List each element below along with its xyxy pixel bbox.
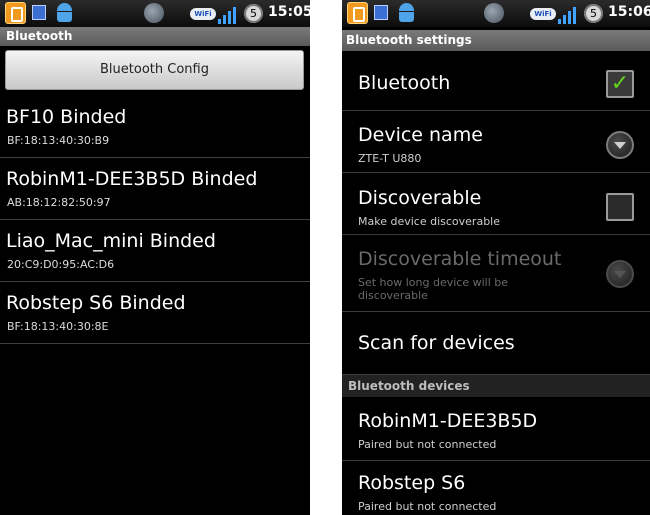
android-icon bbox=[396, 2, 418, 24]
pref-summary: Set how long device will be discoverable bbox=[358, 276, 509, 302]
device-name: RobinM1-DEE3B5D Binded bbox=[6, 168, 258, 190]
signal-icon bbox=[558, 4, 580, 24]
bluetooth-config-button[interactable]: Bluetooth Config bbox=[5, 50, 304, 90]
right-screen: WiFi 5 15:06 Bluetooth settings Bluetoot… bbox=[342, 0, 650, 515]
paired-device-row[interactable]: RobinM1-DEE3B5D Paired but not connected bbox=[342, 397, 650, 461]
chevron-down-icon bbox=[606, 260, 634, 288]
usb-icon bbox=[32, 5, 46, 20]
discoverable-row[interactable]: Discoverable Make device discoverable bbox=[342, 173, 650, 235]
status-bar: WiFi 5 15:05 bbox=[0, 0, 310, 27]
bluetooth-checkbox[interactable]: ✓ bbox=[606, 70, 634, 98]
usb-icon bbox=[374, 5, 388, 20]
bluetooth-toggle-row[interactable]: Bluetooth ✓ bbox=[342, 51, 650, 111]
device-address: BF:18:13:40:30:B9 bbox=[7, 134, 110, 147]
status-bar: WiFi 5 15:06 bbox=[342, 0, 650, 27]
page-title: Bluetooth settings bbox=[342, 30, 650, 51]
device-status: Paired but not connected bbox=[358, 500, 497, 513]
paired-device-row[interactable]: Robstep S6 Paired but not connected bbox=[342, 461, 650, 515]
app-icon bbox=[5, 2, 26, 24]
discoverable-timeout-row: Discoverable timeout Set how long device… bbox=[342, 235, 650, 312]
device-name: RobinM1-DEE3B5D bbox=[358, 410, 538, 432]
device-address: AB:18:12:82:50:97 bbox=[7, 196, 111, 209]
device-address: BF:18:13:40:30:8E bbox=[7, 320, 109, 333]
status-time: 15:06 bbox=[608, 4, 650, 20]
wifi-icon: WiFi bbox=[530, 8, 556, 20]
device-address: 20:C9:D0:95:AC:D6 bbox=[7, 258, 115, 271]
device-row[interactable]: Robstep S6 Binded BF:18:13:40:30:8E bbox=[0, 282, 310, 344]
device-status: Paired but not connected bbox=[358, 438, 497, 451]
pref-title: Bluetooth bbox=[358, 72, 451, 94]
pref-title: Scan for devices bbox=[358, 332, 515, 354]
pref-summary: ZTE-T U880 bbox=[358, 152, 422, 165]
scan-for-devices-row[interactable]: Scan for devices bbox=[342, 312, 650, 375]
device-name: Liao_Mac_mini Binded bbox=[6, 230, 216, 252]
notification-badge: 5 bbox=[244, 4, 263, 23]
device-name: Robstep S6 Binded bbox=[6, 292, 186, 314]
bluetooth-icon bbox=[144, 3, 164, 23]
pref-title: Discoverable timeout bbox=[358, 248, 562, 270]
signal-icon bbox=[218, 4, 240, 24]
discoverable-checkbox[interactable] bbox=[606, 193, 634, 221]
device-name-row[interactable]: Device name ZTE-T U880 bbox=[342, 111, 650, 173]
device-row[interactable]: Liao_Mac_mini Binded 20:C9:D0:95:AC:D6 bbox=[0, 220, 310, 282]
chevron-down-icon[interactable] bbox=[606, 131, 634, 159]
section-header: Bluetooth devices bbox=[342, 375, 650, 397]
pref-title: Device name bbox=[358, 124, 483, 146]
device-name: BF10 Binded bbox=[6, 106, 127, 128]
device-row[interactable]: BF10 Binded BF:18:13:40:30:B9 bbox=[0, 96, 310, 158]
app-icon bbox=[347, 2, 368, 24]
device-name: Robstep S6 bbox=[358, 472, 466, 494]
device-row[interactable]: RobinM1-DEE3B5D Binded AB:18:12:82:50:97 bbox=[0, 158, 310, 220]
bluetooth-icon bbox=[484, 3, 504, 23]
status-time: 15:05 bbox=[268, 4, 310, 20]
page-title: Bluetooth bbox=[0, 27, 310, 46]
left-screen: WiFi 5 15:05 Bluetooth Bluetooth Config … bbox=[0, 0, 310, 515]
pref-title: Discoverable bbox=[358, 187, 482, 209]
pref-summary: Make device discoverable bbox=[358, 215, 500, 228]
android-icon bbox=[54, 2, 76, 24]
notification-badge: 5 bbox=[584, 4, 603, 23]
wifi-icon: WiFi bbox=[190, 8, 216, 20]
